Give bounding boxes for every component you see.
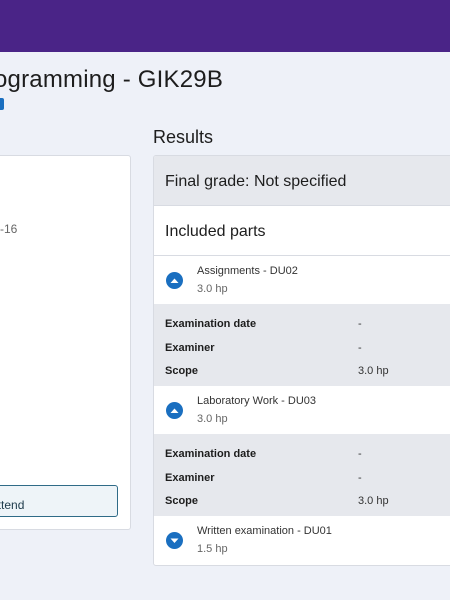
- part-name: Assignments - DU02: [197, 265, 298, 277]
- detail-row: Examiner -: [165, 339, 450, 363]
- detail-value: 3.0 hp: [358, 365, 389, 377]
- detail-label: Examiner: [165, 341, 215, 354]
- results-heading: Results: [153, 127, 214, 147]
- chevron-down-icon[interactable]: [166, 532, 183, 549]
- part-name: Written examination - DU01: [197, 525, 332, 537]
- detail-label: Scope: [165, 365, 199, 377]
- attend-button[interactable]: attend: [0, 485, 118, 517]
- date-fragment: -16: [0, 222, 18, 236]
- top-navigation-bar: [0, 0, 450, 52]
- detail-value: -: [358, 341, 362, 354]
- part-details: Examination date - Examiner - Scope 3.0 …: [154, 434, 450, 516]
- detail-row: Examination date -: [165, 445, 450, 469]
- detail-label: Scope: [165, 495, 199, 507]
- detail-label: Examination date: [165, 318, 257, 330]
- detail-label: Examination date: [165, 448, 257, 460]
- part-row-laboratory-work[interactable]: Laboratory Work - DU03 3.0 hp: [154, 386, 450, 434]
- detail-row: Scope 3.0 hp: [165, 362, 450, 386]
- part-name: Laboratory Work - DU03: [197, 395, 317, 407]
- included-parts-heading: Included parts: [154, 206, 450, 256]
- part-credits: 3.0 hp: [197, 413, 228, 425]
- course-badge: [0, 98, 4, 110]
- part-row-assignments[interactable]: Assignments - DU02 3.0 hp: [154, 256, 450, 304]
- course-info-card: [0, 155, 131, 530]
- chevron-up-icon[interactable]: [166, 272, 183, 289]
- detail-row: Examination date -: [165, 315, 450, 339]
- detail-value: -: [358, 318, 362, 330]
- detail-row: Scope 3.0 hp: [165, 492, 450, 516]
- course-title: ogramming - GIK29B: [0, 66, 224, 93]
- detail-row: Examiner -: [165, 469, 450, 493]
- detail-value: -: [358, 471, 362, 484]
- part-row-written-examination[interactable]: Written examination - DU01 1.5 hp: [154, 516, 450, 564]
- part-credits: 3.0 hp: [197, 283, 228, 295]
- part-credits: 1.5 hp: [197, 543, 228, 555]
- detail-label: Examiner: [165, 471, 215, 484]
- final-grade: Final grade: Not specified: [154, 156, 450, 206]
- chevron-up-icon[interactable]: [166, 402, 183, 419]
- results-card: Final grade: Not specified Included part…: [153, 155, 450, 566]
- detail-value: 3.0 hp: [358, 495, 389, 507]
- detail-value: -: [358, 448, 362, 460]
- part-details: Examination date - Examiner - Scope 3.0 …: [154, 304, 450, 386]
